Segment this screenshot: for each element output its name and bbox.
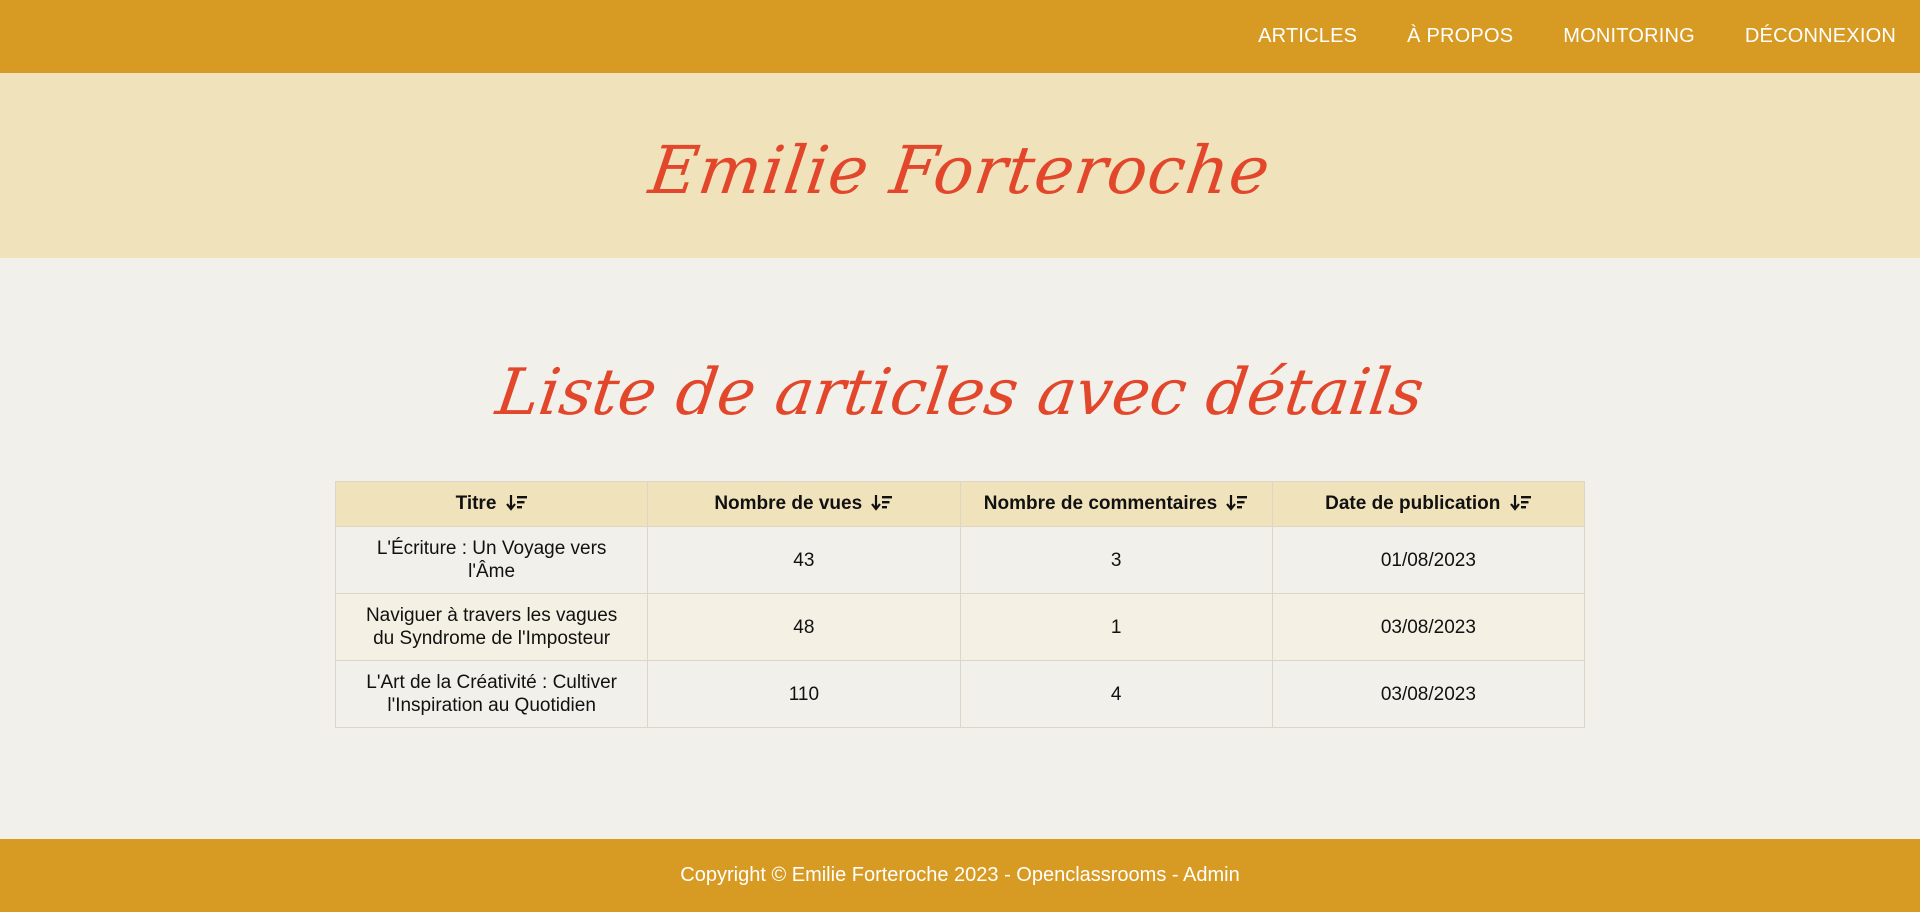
cell-title: L'Écriture : Un Voyage vers l'Âme xyxy=(334,526,649,594)
sort-down-icon[interactable] xyxy=(1509,494,1532,512)
top-navigation: ARTICLES À PROPOS MONITORING DÉCONNEXION xyxy=(0,0,1920,73)
articles-table: Titre Nombre de vues Nombre de commentai… xyxy=(334,481,1586,728)
cell-date: 01/08/2023 xyxy=(1271,526,1586,594)
table-header-row: Titre Nombre de vues Nombre de commentai… xyxy=(334,481,1586,527)
copyright-text: Copyright © Emilie Forteroche 2023 - Ope… xyxy=(680,864,1240,886)
cell-date: 03/08/2023 xyxy=(1271,593,1586,661)
column-header-comments[interactable]: Nombre de commentaires xyxy=(959,481,1273,527)
cell-views: 43 xyxy=(647,526,961,594)
main-content: Liste de articles avec détails Titre Nom… xyxy=(0,258,1920,839)
site-brand: Emilie Forteroche xyxy=(644,132,1276,209)
sort-down-icon[interactable] xyxy=(871,494,893,512)
site-header: Emilie Forteroche xyxy=(0,73,1920,258)
cell-comments: 3 xyxy=(959,526,1273,594)
cell-date: 03/08/2023 xyxy=(1271,660,1586,728)
table-row: L'Art de la Créativité : Cultiver l'Insp… xyxy=(334,660,1586,728)
column-header-date[interactable]: Date de publication xyxy=(1271,481,1586,527)
column-header-label: Nombre de vues xyxy=(714,493,863,514)
cell-comments: 4 xyxy=(959,660,1273,728)
cell-title: L'Art de la Créativité : Cultiver l'Insp… xyxy=(334,660,649,728)
cell-views: 110 xyxy=(647,660,961,728)
table-row: Naviguer à travers les vagues du Syndrom… xyxy=(334,593,1586,661)
table-row: L'Écriture : Un Voyage vers l'Âme 43 3 0… xyxy=(334,526,1586,594)
column-header-views[interactable]: Nombre de vues xyxy=(647,481,961,527)
nav-articles-link[interactable]: ARTICLES xyxy=(1258,25,1357,48)
sort-down-icon[interactable] xyxy=(505,494,528,512)
page-footer: Copyright © Emilie Forteroche 2023 - Ope… xyxy=(0,839,1920,912)
cell-title: Naviguer à travers les vagues du Syndrom… xyxy=(334,593,649,661)
page-title: Liste de articles avec détails xyxy=(491,356,1429,430)
cell-comments: 1 xyxy=(959,593,1273,661)
cell-views: 48 xyxy=(647,593,961,661)
column-header-label: Nombre de commentaires xyxy=(983,493,1218,514)
column-header-title[interactable]: Titre xyxy=(334,481,649,527)
nav-monitoring-link[interactable]: MONITORING xyxy=(1563,25,1695,48)
sort-down-icon[interactable] xyxy=(1226,494,1248,512)
nav-about-link[interactable]: À PROPOS xyxy=(1407,25,1513,48)
column-header-label: Titre xyxy=(455,493,497,514)
column-header-label: Date de publication xyxy=(1325,493,1501,514)
nav-logout-link[interactable]: DÉCONNEXION xyxy=(1745,25,1896,48)
